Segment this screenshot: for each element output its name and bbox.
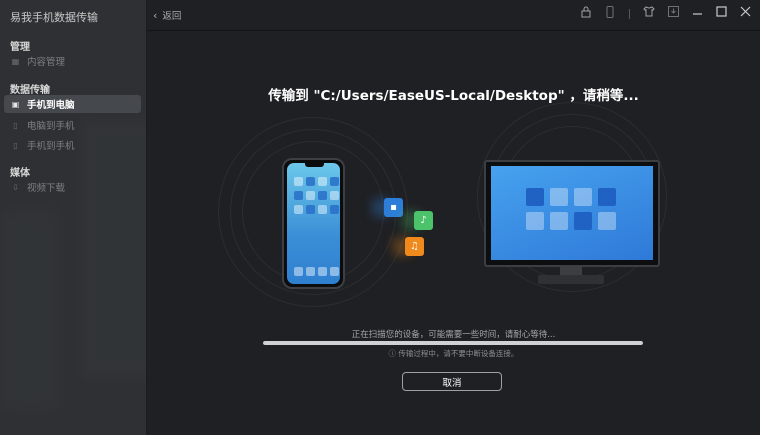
back-label: 返回 bbox=[162, 11, 182, 22]
phone-illustration bbox=[282, 158, 345, 289]
info-note: ⓘ 传输过程中，请不要中断设备连接。 bbox=[388, 349, 519, 358]
lock-icon[interactable] bbox=[579, 6, 593, 22]
sidebar-item-content-manage[interactable]: ▦ 内容管理 bbox=[4, 52, 141, 70]
phone-app-icon bbox=[330, 177, 339, 186]
phone-dock-icon bbox=[330, 267, 339, 276]
phone-app-icon bbox=[330, 191, 339, 200]
download-box-icon[interactable] bbox=[666, 6, 680, 22]
window-controls bbox=[579, 6, 752, 22]
pc-screen-tile bbox=[526, 212, 544, 230]
phone-app-icon bbox=[318, 177, 327, 186]
pc-to-phone-icon: ▯ bbox=[13, 120, 18, 130]
pc-screen-tile bbox=[550, 188, 568, 206]
progress-bar bbox=[263, 341, 643, 345]
music-icon: ♫ bbox=[405, 237, 424, 256]
section-transfer-label: 数据传输 bbox=[10, 85, 50, 96]
minimize-icon[interactable] bbox=[690, 6, 704, 22]
phone-dock-icon bbox=[294, 267, 303, 276]
sidebar-item-video-download[interactable]: ⇩ 视频下载 bbox=[4, 178, 141, 196]
section-manage-label: 管理 bbox=[10, 42, 30, 53]
maximize-icon[interactable] bbox=[714, 6, 728, 22]
pc-screen-tile bbox=[574, 212, 592, 230]
close-icon[interactable] bbox=[738, 6, 752, 22]
phone-app-icon bbox=[318, 205, 327, 214]
phone-dock-icon bbox=[318, 267, 327, 276]
phone-app-icon bbox=[318, 191, 327, 200]
grid-icon: ▦ bbox=[11, 56, 20, 66]
phone-screen bbox=[287, 163, 340, 284]
sidebar-backdrop bbox=[80, 120, 146, 380]
sidebar-item-pc-to-phone[interactable]: ▯ 电脑到手机 bbox=[4, 116, 141, 134]
pc-screen-tile bbox=[598, 212, 616, 230]
pc-screen-tile bbox=[550, 212, 568, 230]
pc-screen-tile bbox=[574, 188, 592, 206]
phone-to-pc-icon: ▣ bbox=[11, 99, 20, 109]
phone-app-icon bbox=[294, 177, 303, 186]
phone-app-icon bbox=[294, 205, 303, 214]
download-icon: ⇩ bbox=[12, 182, 19, 192]
topbar: ‹ 返回 bbox=[147, 0, 760, 31]
page-title: 传输到 "C:/Users/EaseUS-Local/Desktop" ，请稍等… bbox=[268, 88, 639, 104]
sidebar: 易我手机数据传输 管理 ▦ 内容管理 数据传输 ▣ 手机到电脑 ▯ 电脑到手机 … bbox=[0, 0, 147, 435]
sidebar-item-label: 电脑到手机 bbox=[27, 121, 75, 132]
phone-notch bbox=[305, 163, 324, 167]
pc-monitor-stand bbox=[560, 265, 582, 275]
chevron-left-icon: ‹ bbox=[153, 8, 158, 22]
section-media-label: 媒体 bbox=[10, 168, 30, 179]
phone-app-icon bbox=[306, 191, 315, 200]
pc-monitor-base bbox=[538, 275, 604, 284]
sidebar-item-label: 手机到手机 bbox=[27, 141, 75, 152]
file-icon: ▪ bbox=[384, 198, 403, 217]
app-title: 易我手机数据传输 bbox=[10, 11, 98, 24]
sidebar-item-label: 视频下载 bbox=[27, 183, 66, 194]
phone-app-icon bbox=[306, 205, 315, 214]
main-panel: ‹ 返回 传输到 "C:/Users/EaseUS-Local/Desktop"… bbox=[147, 0, 760, 435]
toolbar-divider bbox=[629, 9, 630, 19]
phone-app-icon bbox=[306, 177, 315, 186]
progress-fill bbox=[263, 341, 643, 345]
phone-app-icon bbox=[294, 191, 303, 200]
phone-icon[interactable] bbox=[603, 6, 617, 22]
pc-monitor-screen bbox=[491, 166, 653, 260]
tshirt-icon[interactable] bbox=[642, 6, 656, 22]
back-button[interactable]: ‹ 返回 bbox=[153, 8, 182, 23]
phone-to-phone-icon: ▯ bbox=[13, 140, 18, 150]
sidebar-backdrop bbox=[0, 210, 60, 410]
pc-monitor-illustration bbox=[484, 160, 660, 267]
audio-icon: ♪ bbox=[414, 211, 433, 230]
sidebar-item-phone-to-phone[interactable]: ▯ 手机到手机 bbox=[4, 136, 141, 154]
sidebar-item-phone-to-pc[interactable]: ▣ 手机到电脑 bbox=[4, 95, 141, 113]
pc-screen-tile bbox=[526, 188, 544, 206]
pc-screen-tile bbox=[598, 188, 616, 206]
status-text: 正在扫描您的设备，可能需要一些时间，请耐心等待... bbox=[351, 330, 556, 340]
phone-app-icon bbox=[330, 205, 339, 214]
cancel-button[interactable]: 取消 bbox=[402, 372, 502, 391]
sidebar-item-label: 手机到电脑 bbox=[27, 100, 75, 111]
sidebar-item-label: 内容管理 bbox=[27, 57, 66, 68]
phone-dock-icon bbox=[306, 267, 315, 276]
